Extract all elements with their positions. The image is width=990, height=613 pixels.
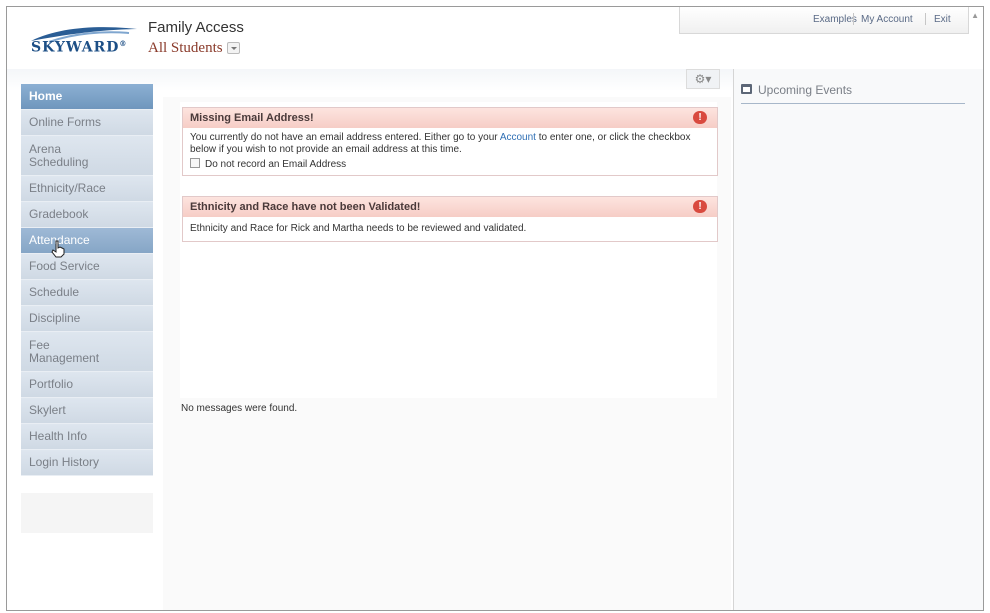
sidebar-item-portfolio[interactable]: Portfolio [21,372,153,398]
sidebar-item-label: Ethnicity/Race [29,181,106,195]
alert-header: Missing Email Address! ! [183,108,717,128]
student-selector-label: All Students [148,40,223,56]
upcoming-events-header: Upcoming Events [741,83,965,104]
chevron-down-icon[interactable] [226,41,240,54]
sidebar-item-skylert[interactable]: Skylert [21,398,153,424]
my-account-link[interactable]: My Account [861,14,913,25]
app-title: Family Access [148,19,244,36]
sidebar-item-ethnicity-race[interactable]: Ethnicity/Race [21,176,153,202]
sidebar-nav: Home Online Forms Arena Scheduling Ethni… [21,84,153,476]
student-selector[interactable]: All Students [148,40,240,57]
do-not-record-email-option: Do not record an Email Address [190,158,710,171]
sidebar-item-label: Food Service [29,259,100,273]
alert-title: Ethnicity and Race have not been Validat… [190,201,421,213]
sidebar-item-label: Health Info [29,429,88,443]
registered-mark: ® [119,39,128,48]
alert-icon: ! [693,200,707,213]
logo-wordmark: SKYWARD [31,39,120,56]
sidebar-item-health-info[interactable]: Health Info [21,424,153,450]
scroll-up-icon[interactable]: ▲ [971,11,979,20]
sidebar-item-arena-scheduling[interactable]: Arena Scheduling [21,136,153,176]
top-links-bar: Examples My Account Exit [679,7,969,34]
settings-gear-button[interactable]: ⚙▾ [686,69,720,89]
sidebar-item-label: Online Forms [29,115,102,129]
sidebar-item-fee-management[interactable]: Fee Management [21,332,153,372]
alert-text: You currently do not have an email addre… [190,132,500,143]
skyward-logo: SKYWARD® [29,25,139,56]
browser-frame: SKYWARD® Family Access All Students Exam… [6,6,984,611]
checkbox-label: Do not record an Email Address [205,159,347,170]
sidebar-item-label: Arena Scheduling [29,141,89,169]
sidebar-item-label: Fee Management [29,337,100,365]
sidebar-footer [21,493,153,533]
sidebar-item-home[interactable]: Home [21,84,153,110]
sidebar-item-schedule[interactable]: Schedule [21,280,153,306]
alert-icon: ! [693,111,707,124]
gear-icon: ⚙▾ [694,72,712,86]
alert-body: You currently do not have an email addre… [183,128,717,175]
upcoming-events-title: Upcoming Events [758,83,853,97]
sidebar-item-discipline[interactable]: Discipline [21,306,153,332]
right-panel [734,69,983,610]
panel-divider [733,69,734,610]
sidebar-item-label: Discipline [29,311,81,325]
do-not-record-email-checkbox[interactable] [190,158,200,169]
alert-ethnicity-race: Ethnicity and Race have not been Validat… [182,196,718,242]
sidebar-item-label: Portfolio [29,377,74,391]
alert-title: Missing Email Address! [190,112,314,124]
account-link[interactable]: Account [500,132,536,143]
alert-missing-email: Missing Email Address! ! You currently d… [182,107,718,176]
sidebar-item-gradebook[interactable]: Gradebook [21,202,153,228]
calendar-icon [741,83,752,94]
sidebar-item-label: Home [29,89,63,103]
alert-header: Ethnicity and Race have not been Validat… [183,197,717,217]
sidebar-item-attendance[interactable]: Attendance [21,228,153,258]
sidebar-item-login-history[interactable]: Login History [21,450,153,476]
hand-cursor-icon [51,240,65,258]
no-messages-text: No messages were found. [181,403,298,414]
alert-body: Ethnicity and Race for Rick and Martha n… [190,223,527,234]
sidebar-item-online-forms[interactable]: Online Forms [21,110,153,136]
sidebar-item-label: Schedule [29,285,80,299]
examples-link[interactable]: Examples [813,14,857,25]
sidebar-item-label: Login History [29,455,100,469]
exit-link[interactable]: Exit [934,14,951,25]
sidebar-item-label: Gradebook [29,207,89,221]
sidebar-item-food-service[interactable]: Food Service [21,254,153,280]
link-separator [925,13,926,25]
link-separator [853,13,854,25]
sidebar-item-label: Skylert [29,403,66,417]
